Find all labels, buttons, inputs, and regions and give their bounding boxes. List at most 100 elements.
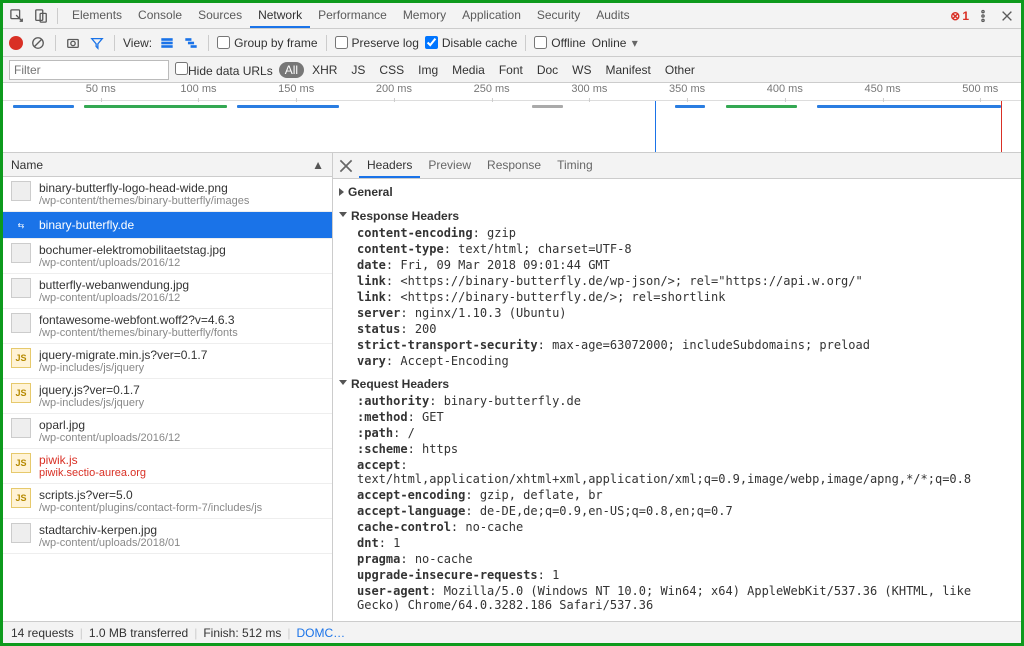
tab-sources[interactable]: Sources <box>190 4 250 28</box>
header-value: Fri, 09 Mar 2018 09:01:44 GMT <box>400 258 610 272</box>
header-row: content-type: text/html; charset=UTF-8 <box>357 241 1015 257</box>
type-filter-pills: AllXHRJSCSSImgMediaFontDocWSManifestOthe… <box>279 62 701 78</box>
disclosure-triangle-icon <box>339 380 347 389</box>
type-filter-all[interactable]: All <box>279 62 304 78</box>
tab-security[interactable]: Security <box>529 4 588 28</box>
request-row[interactable]: ⇆binary-butterfly.de <box>3 212 332 239</box>
js-icon: JS <box>11 383 31 403</box>
column-header-name[interactable]: Name ▲ <box>3 153 332 177</box>
group-by-frame-checkbox[interactable]: Group by frame <box>217 36 317 50</box>
large-rows-icon[interactable] <box>158 34 176 52</box>
type-filter-media[interactable]: Media <box>446 62 491 78</box>
type-filter-css[interactable]: CSS <box>373 62 410 78</box>
tab-memory[interactable]: Memory <box>395 4 454 28</box>
close-details-icon[interactable] <box>337 157 355 175</box>
details-tab-timing[interactable]: Timing <box>549 154 601 178</box>
header-value: gzip <box>487 226 516 240</box>
img-icon <box>11 243 31 263</box>
preserve-log-checkbox[interactable]: Preserve log <box>335 36 419 50</box>
tab-console[interactable]: Console <box>130 4 190 28</box>
group-header[interactable]: Request Headers <box>339 375 1015 393</box>
tab-performance[interactable]: Performance <box>310 4 395 28</box>
header-name: link <box>357 290 386 304</box>
request-path: piwik.sectio-aurea.org <box>39 467 146 479</box>
waterfall-icon[interactable] <box>182 34 200 52</box>
header-value: binary-butterfly.de <box>444 394 581 408</box>
record-button[interactable] <box>9 36 23 50</box>
type-filter-doc[interactable]: Doc <box>531 62 564 78</box>
header-name: link <box>357 274 386 288</box>
timeline-tick: 200 ms <box>376 83 412 95</box>
tab-elements[interactable]: Elements <box>64 4 130 28</box>
clear-icon[interactable] <box>29 34 47 52</box>
type-filter-other[interactable]: Other <box>659 62 701 78</box>
request-row[interactable]: JS jquery.js?ver=0.1.7/wp-includes/js/jqu… <box>3 379 332 414</box>
request-path: /wp-content/uploads/2016/12 <box>39 432 180 444</box>
tab-application[interactable]: Application <box>454 4 529 28</box>
request-row[interactable]: JSpiwik.jspiwik.sectio-aurea.org <box>3 449 332 484</box>
header-name: content-encoding <box>357 226 473 240</box>
header-name: dnt <box>357 536 379 550</box>
disclosure-triangle-icon <box>339 188 344 196</box>
request-row[interactable]: binary-butterfly-logo-head-wide.png/wp-c… <box>3 177 332 212</box>
header-row: accept-encoding: gzip, deflate, br <box>357 487 1015 503</box>
group-header[interactable]: General <box>339 183 1015 201</box>
request-row[interactable]: JSscripts.js?ver=5.0/wp-content/plugins/… <box>3 484 332 519</box>
device-toolbar-icon[interactable] <box>31 6 51 26</box>
divider <box>57 8 58 24</box>
font-icon <box>11 313 31 333</box>
close-devtools-icon[interactable] <box>997 6 1017 26</box>
request-title: jquery.js?ver=0.1.7 <box>39 383 144 397</box>
details-tab-preview[interactable]: Preview <box>420 154 479 178</box>
timeline-tick: 250 ms <box>474 83 510 95</box>
request-path: /wp-content/plugins/contact-form-7/inclu… <box>39 502 262 514</box>
disable-cache-checkbox[interactable]: Disable cache <box>425 36 517 50</box>
status-transferred: 1.0 MB transferred <box>89 626 188 640</box>
header-name: date <box>357 258 386 272</box>
request-row[interactable]: stadtarchiv-kerpen.jpg/wp-content/upload… <box>3 519 332 554</box>
request-path: /wp-content/uploads/2016/12 <box>39 292 189 304</box>
inspect-element-icon[interactable] <box>7 6 27 26</box>
header-name: cache-control <box>357 520 451 534</box>
details-tab-headers[interactable]: Headers <box>359 154 420 178</box>
timeline-tick: 500 ms <box>962 83 998 95</box>
header-value: nginx/1.10.3 (Ubuntu) <box>415 306 567 320</box>
type-filter-font[interactable]: Font <box>493 62 529 78</box>
request-row[interactable]: butterfly-webanwendung.jpg/wp-content/up… <box>3 274 332 309</box>
img-icon <box>11 418 31 438</box>
request-path: /wp-includes/js/jquery <box>39 397 144 409</box>
timeline-overview[interactable]: 50 ms100 ms150 ms200 ms250 ms300 ms350 m… <box>3 83 1021 153</box>
header-value: gzip, deflate, br <box>480 488 603 502</box>
request-path: /wp-content/uploads/2018/01 <box>39 537 180 549</box>
request-path: /wp-content/uploads/2016/12 <box>39 257 226 269</box>
timeline-tick: 450 ms <box>865 83 901 95</box>
request-row[interactable]: JSjquery-migrate.min.js?ver=0.1.7/wp-inc… <box>3 344 332 379</box>
type-filter-manifest[interactable]: Manifest <box>600 62 657 78</box>
header-row: link: <https://binary-butterfly.de/>; re… <box>357 289 1015 305</box>
details-tab-response[interactable]: Response <box>479 154 549 178</box>
disclosure-triangle-icon <box>339 212 347 221</box>
tab-network[interactable]: Network <box>250 4 310 28</box>
request-row[interactable]: bochumer-elektromobilitaetstag.jpg/wp-co… <box>3 239 332 274</box>
type-filter-img[interactable]: Img <box>412 62 444 78</box>
error-count-badge[interactable]: 1 <box>950 9 969 23</box>
header-row: server: nginx/1.10.3 (Ubuntu) <box>357 305 1015 321</box>
hide-data-urls-checkbox[interactable]: Hide data URLs <box>175 62 273 78</box>
type-filter-ws[interactable]: WS <box>566 62 597 78</box>
throttling-select[interactable]: Online ▾ <box>592 36 638 50</box>
header-row: accept-language: de-DE,de;q=0.9,en-US;q=… <box>357 503 1015 519</box>
type-filter-js[interactable]: JS <box>345 62 371 78</box>
type-filter-xhr[interactable]: XHR <box>306 62 343 78</box>
capture-screenshots-icon[interactable] <box>64 34 82 52</box>
offline-checkbox[interactable]: Offline <box>534 36 585 50</box>
header-value: 1 <box>393 536 400 550</box>
kebab-menu-icon[interactable] <box>973 6 993 26</box>
filter-input[interactable] <box>9 60 169 80</box>
group-header[interactable]: Response Headers <box>339 207 1015 225</box>
tab-audits[interactable]: Audits <box>588 4 637 28</box>
filter-icon[interactable] <box>88 34 106 52</box>
request-row[interactable]: oparl.jpg/wp-content/uploads/2016/12 <box>3 414 332 449</box>
request-title: fontawesome-webfont.woff2?v=4.6.3 <box>39 313 238 327</box>
request-row[interactable]: fontawesome-webfont.woff2?v=4.6.3/wp-con… <box>3 309 332 344</box>
details-tabs: HeadersPreviewResponseTiming <box>333 153 1021 179</box>
